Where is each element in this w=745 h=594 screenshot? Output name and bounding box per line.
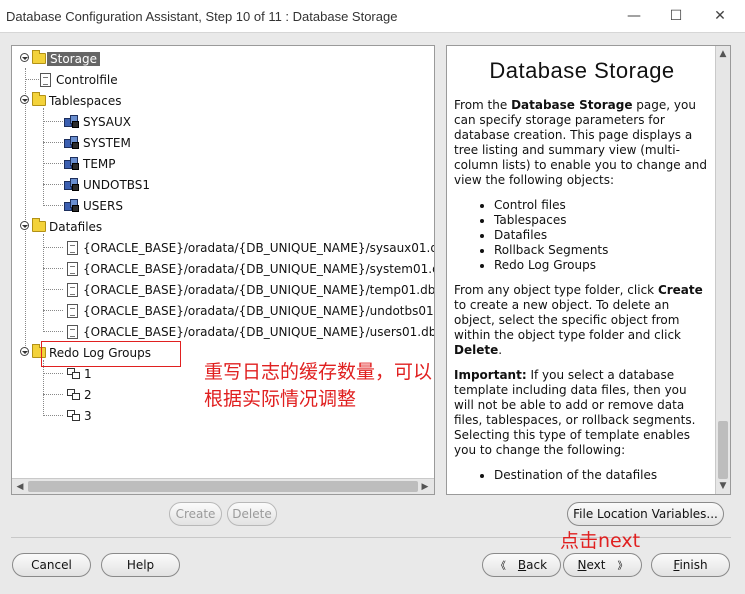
tree-node-datafiles[interactable]: Datafiles (32, 217, 104, 235)
list-item: Datafiles (494, 228, 710, 243)
back-button[interactable]: 《 Back (482, 553, 561, 577)
scroll-thumb[interactable] (718, 421, 728, 479)
create-button[interactable]: Create (169, 502, 222, 526)
scroll-right-icon[interactable]: ▶ (418, 480, 432, 494)
tree-node-redo-group[interactable]: 2 (67, 385, 94, 403)
scroll-up-icon[interactable]: ▲ (716, 47, 730, 61)
help-title: Database Storage (489, 58, 675, 83)
help-paragraph-intro: From the Database Storage page, you can … (454, 98, 707, 187)
scroll-left-icon[interactable]: ◀ (13, 480, 27, 494)
tree-node-tablespace[interactable]: TEMP (64, 154, 118, 172)
tree-node-tablespace[interactable]: UNDOTBS1 (64, 175, 152, 193)
file-location-variables-button[interactable]: File Location Variables... (567, 502, 724, 526)
redo-group-icon (67, 409, 81, 422)
title-bar: Database Configuration Assistant, Step 1… (0, 0, 745, 33)
annotation-next-note: 点击next (560, 530, 641, 552)
tree-horizontal-scrollbar[interactable]: ◀ ▶ (12, 478, 434, 494)
back-arrow-icon: 《 (495, 561, 506, 572)
redo-group-icon (67, 388, 81, 401)
tree-node-tablespace[interactable]: SYSAUX (64, 112, 133, 130)
list-item: Destination of the datafiles (494, 468, 710, 483)
cancel-button[interactable]: Cancel (12, 553, 91, 577)
tablespace-icon (64, 135, 80, 150)
datafiles-collapse-toggle[interactable] (20, 221, 29, 230)
minimize-button[interactable]: — (622, 6, 646, 26)
tree-node-tablespace[interactable]: SYSTEM (64, 133, 133, 151)
tablespace-icon (64, 156, 80, 171)
tree-node-datafile[interactable]: {ORACLE_BASE}/oradata/{DB_UNIQUE_NAME}/u… (67, 301, 434, 319)
folder-icon (32, 50, 46, 64)
document-icon (67, 324, 78, 339)
document-icon (67, 261, 78, 276)
scroll-down-icon[interactable]: ▼ (716, 479, 730, 493)
folder-icon (32, 92, 46, 106)
tablespace-icon (64, 177, 80, 192)
document-icon (67, 303, 78, 318)
annotation-highlight-box (41, 341, 181, 367)
finish-button[interactable]: Finish (651, 553, 730, 577)
tree-node-redo-group[interactable]: 3 (67, 406, 94, 424)
list-item: Rollback Segments (494, 243, 710, 258)
maximize-button[interactable]: ☐ (664, 6, 688, 26)
storage-tree-panel: Storage Controlfile Tablespaces SYSAUX S… (11, 45, 435, 495)
help-panel: Database Storage From the Database Stora… (446, 45, 731, 495)
delete-button[interactable]: Delete (227, 502, 277, 526)
window-title: Database Configuration Assistant, Step 1… (6, 9, 398, 24)
tree-node-datafile[interactable]: {ORACLE_BASE}/oradata/{DB_UNIQUE_NAME}/t… (67, 280, 434, 298)
help-paragraph-important: Important: If you select a database temp… (454, 368, 696, 457)
tablespaces-collapse-toggle[interactable] (20, 95, 29, 104)
storage-collapse-toggle[interactable] (20, 53, 29, 62)
tree-node-datafile[interactable]: {ORACLE_BASE}/oradata/{DB_UNIQUE_NAME}/s… (67, 238, 434, 256)
list-item: Control files (494, 198, 710, 213)
help-change-list: Destination of the datafiles (454, 468, 710, 483)
tree-node-controlfile[interactable]: Controlfile (40, 70, 120, 88)
tree-node-tablespaces[interactable]: Tablespaces (32, 91, 124, 109)
next-arrow-icon: 》 (617, 561, 628, 572)
document-icon (67, 282, 78, 297)
list-item: Redo Log Groups (494, 258, 710, 273)
tree-node-datafile[interactable]: {ORACLE_BASE}/oradata/{DB_UNIQUE_NAME}/s… (67, 259, 434, 277)
tree-node-tablespace[interactable]: USERS (64, 196, 125, 214)
tablespace-icon (64, 114, 80, 129)
folder-icon (32, 218, 46, 232)
tree-node-storage-label: Storage (47, 51, 100, 66)
close-button[interactable]: ✕ (708, 6, 732, 26)
document-icon (67, 240, 78, 255)
help-paragraph-create: From any object type folder, click Creat… (454, 283, 703, 357)
redo-collapse-toggle[interactable] (20, 347, 29, 356)
tree-node-datafile[interactable]: {ORACLE_BASE}/oradata/{DB_UNIQUE_NAME}/u… (67, 322, 434, 340)
help-vertical-scrollbar[interactable]: ▲ ▼ (715, 46, 730, 494)
scroll-thumb[interactable] (28, 481, 418, 492)
redo-group-icon (67, 367, 81, 380)
annotation-redo-note: 重写日志的缓存数量，可以根据实际情况调整 (204, 361, 433, 410)
help-button[interactable]: Help (101, 553, 180, 577)
list-item: Tablespaces (494, 213, 710, 228)
next-button[interactable]: Next 》 (563, 553, 642, 577)
document-icon (40, 72, 51, 87)
help-object-list: Control files Tablespaces Datafiles Roll… (454, 198, 710, 273)
tree-node-storage[interactable]: Storage (32, 49, 100, 67)
tablespace-icon (64, 198, 80, 213)
storage-tree: Storage Controlfile Tablespaces SYSAUX S… (12, 46, 434, 478)
